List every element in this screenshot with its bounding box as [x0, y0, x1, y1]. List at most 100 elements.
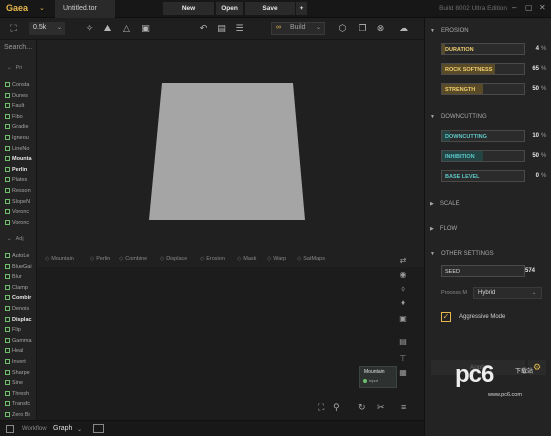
3d-viewport[interactable]	[37, 40, 424, 253]
app-logo[interactable]: Gaea	[6, 3, 28, 13]
zoom-icon[interactable]: ⚲	[333, 402, 340, 413]
param-row[interactable]: BASE LEVEL 0%	[441, 170, 546, 182]
build-button[interactable]: ∞ Build ⌄	[271, 22, 325, 35]
file-tab[interactable]: Untitled.tor	[55, 0, 115, 18]
param-slider[interactable]: DURATION	[441, 43, 525, 55]
sidebar-node-item[interactable]: Fault	[5, 101, 32, 112]
sidebar-node-item[interactable]: Resson	[5, 186, 32, 197]
sidebar-node-item[interactable]: Sine	[5, 378, 32, 389]
eye-icon[interactable]: ◉	[397, 269, 409, 280]
section-erosion[interactable]: ▼ EROSION	[430, 28, 469, 34]
cancel-icon[interactable]: ⊗	[375, 23, 386, 34]
image-icon[interactable]: ▣	[397, 313, 409, 324]
sidebar-node-item[interactable]: Denois	[5, 304, 32, 315]
sliders-icon[interactable]: ☰	[234, 23, 245, 34]
swap-icon[interactable]: ⇄	[397, 255, 409, 266]
workflow-label[interactable]: Workflow	[22, 426, 47, 432]
copy-icon[interactable]: ❐	[357, 23, 368, 34]
mini-node[interactable]: Mountain Input	[359, 366, 397, 388]
param-value[interactable]: 65	[527, 66, 539, 72]
aggressive-mode-checkbox[interactable]: ✓	[441, 312, 451, 322]
sidebar-node-item[interactable]: Thresh	[5, 389, 32, 400]
add-tab-button[interactable]: +	[296, 2, 307, 15]
cloud-icon[interactable]: ☁	[398, 23, 409, 34]
compass-icon[interactable]: ✧	[84, 23, 95, 34]
sidebar-node-item[interactable]: Transfc	[5, 399, 32, 410]
minimize-icon[interactable]: –	[512, 3, 516, 12]
param-value[interactable]: 10	[527, 133, 539, 139]
section-other-settings[interactable]: ▼ OTHER SETTINGS	[430, 251, 494, 257]
sidebar-node-item[interactable]: Clamp	[5, 283, 32, 294]
sidebar-node-item[interactable]: Zero Bi	[5, 410, 32, 420]
layout-icon[interactable]: ▤	[216, 23, 227, 34]
param-value[interactable]: 50	[527, 153, 539, 159]
sidebar-node-item[interactable]: Heal	[5, 346, 32, 357]
sidebar-node-item[interactable]: Combir	[5, 293, 32, 304]
refresh-icon[interactable]: ↻	[358, 402, 366, 413]
layers-icon[interactable]: ▤	[397, 336, 409, 347]
sidebar-node-item[interactable]: Consta	[5, 80, 32, 91]
open-button[interactable]: Open	[216, 2, 243, 15]
param-slider[interactable]: ROCK SOFTNESS	[441, 63, 525, 75]
param-row[interactable]: DURATION 4%	[441, 43, 546, 55]
maximize-icon[interactable]: ▢	[525, 3, 533, 12]
param-row[interactable]: DOWNCUTTING 10%	[441, 130, 546, 142]
pin-icon[interactable]: ⬨	[397, 283, 409, 294]
frame-icon[interactable]: ⛶	[8, 23, 19, 34]
sidebar-node-item[interactable]: LineNo	[5, 144, 32, 155]
seed-input[interactable]: 574	[525, 268, 535, 274]
undo-icon[interactable]: ↶	[198, 23, 209, 34]
port-dot[interactable]	[363, 379, 367, 383]
drop-icon[interactable]: ♦	[397, 297, 409, 308]
sidebar-node-item[interactable]: AutoLe	[5, 251, 32, 262]
graph-canvas[interactable]	[37, 267, 424, 420]
strip-node-item[interactable]: ◇ Warp	[267, 256, 286, 262]
close-icon[interactable]: ✕	[539, 3, 546, 12]
sidebar-node-item[interactable]: SlopeN	[5, 197, 32, 208]
cube-icon[interactable]: ⬡	[337, 23, 348, 34]
param-row[interactable]: STRENGTH 50%	[441, 83, 546, 95]
chevron-down-icon[interactable]: ⌄	[77, 426, 82, 433]
param-value[interactable]: 4	[527, 46, 539, 52]
strip-node-item[interactable]: ◇ Mountain	[45, 256, 74, 262]
cut-icon[interactable]: ✂	[377, 402, 385, 413]
sidebar-node-item[interactable]: Dunes	[5, 91, 32, 102]
chevron-down-icon[interactable]: ⌄	[39, 4, 45, 12]
param-slider[interactable]: STRENGTH	[441, 83, 525, 95]
sidebar-node-item[interactable]: Displac	[5, 315, 32, 326]
new-button[interactable]: New	[163, 2, 214, 15]
fit-icon[interactable]: ⛶	[318, 402, 324, 413]
graph-select[interactable]: Graph	[53, 425, 72, 432]
section-scale[interactable]: ▶ SCALE	[430, 201, 460, 207]
param-slider[interactable]: BASE LEVEL	[441, 170, 525, 182]
param-row[interactable]: INHIBITION 50%	[441, 150, 546, 162]
sidebar-node-item[interactable]: Gamma	[5, 336, 32, 347]
sidebar-node-item[interactable]: Voronc	[5, 218, 32, 229]
chevron-down-icon[interactable]: ⌄	[57, 24, 62, 31]
sidebar-node-item[interactable]: BlueGai	[5, 262, 32, 273]
strip-node-item[interactable]: ◇ Erosion	[200, 256, 225, 262]
strip-node-item[interactable]: ◇ SatMaps	[297, 256, 325, 262]
sidebar-node-item[interactable]: Flip	[5, 325, 32, 336]
folder-icon[interactable]	[93, 424, 104, 433]
strip-node-item[interactable]: ◇ Perlin	[90, 256, 110, 262]
strip-node-item[interactable]: ◇ Mask	[237, 256, 256, 262]
strip-node-item[interactable]: ◇ Displace	[160, 256, 187, 262]
sidebar-node-item[interactable]: Sharpe	[5, 368, 32, 379]
sidebar-node-item[interactable]: Fibo	[5, 112, 32, 123]
sidebar-node-item[interactable]: Blur	[5, 272, 32, 283]
param-value[interactable]: 50	[527, 86, 539, 92]
terrain-icon[interactable]: ⛰	[102, 23, 113, 34]
sidebar-node-item[interactable]: Perlin	[5, 165, 32, 176]
mesh-icon[interactable]: △	[121, 23, 132, 34]
tree-icon[interactable]: ⊤	[397, 353, 409, 364]
param-value[interactable]: 0	[527, 173, 539, 179]
grid-icon[interactable]: ▦	[397, 367, 409, 378]
menu-icon[interactable]: ≡	[401, 402, 406, 412]
param-slider[interactable]: DOWNCUTTING	[441, 130, 525, 142]
strip-node-item[interactable]: ◇ Combine	[119, 256, 147, 262]
terrain-preview[interactable]	[37, 40, 424, 253]
workflow-icon[interactable]	[6, 425, 14, 433]
section-downcutting[interactable]: ▼ DOWNCUTTING	[430, 114, 487, 120]
sidebar-node-item[interactable]: Igneou	[5, 133, 32, 144]
